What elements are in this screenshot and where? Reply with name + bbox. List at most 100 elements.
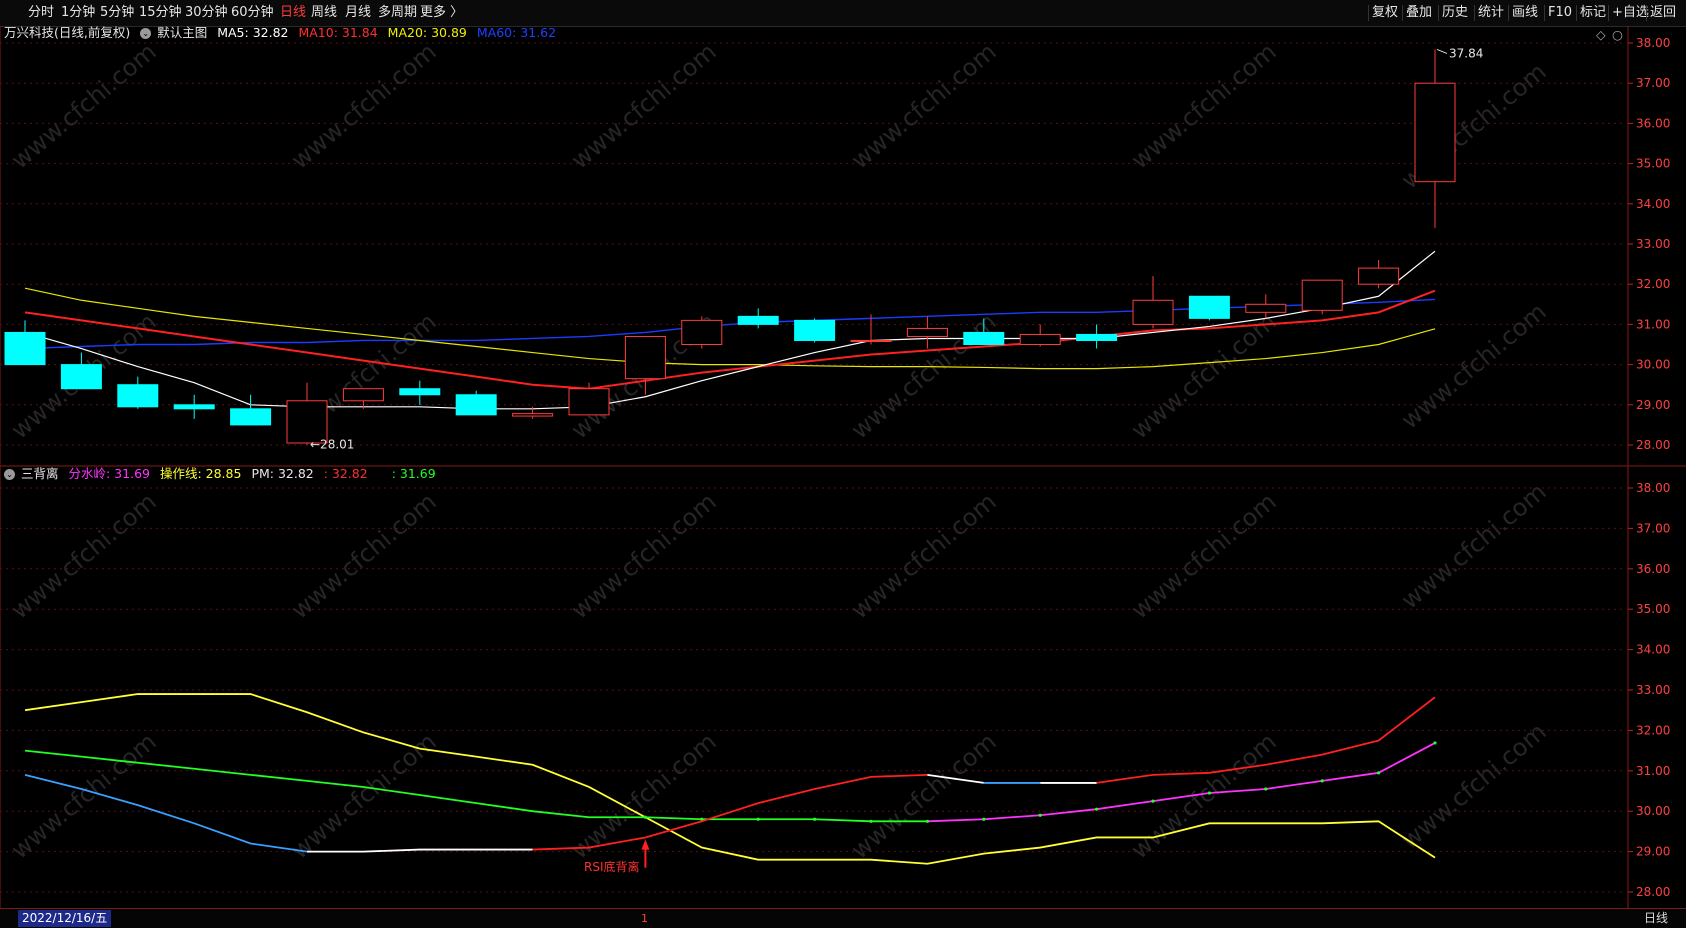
candle bbox=[1301, 279, 1343, 315]
candle bbox=[737, 308, 779, 329]
axis-tick-label: 38.00 bbox=[1636, 481, 1670, 495]
axis-tick-label: 34.00 bbox=[1636, 197, 1670, 211]
candle bbox=[173, 394, 215, 419]
candle-body bbox=[737, 315, 779, 325]
candle-body bbox=[681, 319, 723, 346]
axis-tick-label: 33.00 bbox=[1636, 683, 1670, 697]
axis-tick-label: 32.00 bbox=[1636, 277, 1670, 291]
axis-tick-label: 35.00 bbox=[1636, 602, 1670, 616]
candle-body bbox=[1414, 82, 1456, 183]
signal-arrow-head bbox=[641, 839, 650, 850]
candle bbox=[455, 390, 497, 416]
watermark-text: www.cfchi.com bbox=[566, 487, 722, 624]
fenshuiling-dot bbox=[925, 819, 930, 823]
watermark-text: www.cfchi.com bbox=[6, 37, 162, 174]
axis-tick-label: 28.00 bbox=[1636, 438, 1670, 452]
fenshuiling-dot bbox=[869, 819, 873, 823]
candle-body bbox=[1358, 267, 1400, 285]
watermark-text: www.cfchi.com bbox=[6, 727, 162, 864]
rsi-divergence-label: RSI底背离 bbox=[584, 860, 640, 874]
fenshuiling-dot bbox=[756, 817, 760, 821]
watermark-text: www.cfchi.com bbox=[286, 487, 442, 624]
axis-tick-label: 36.00 bbox=[1636, 562, 1670, 576]
candle-body bbox=[1019, 333, 1061, 346]
main-chart-layer: 37.84 ←28.01 bbox=[4, 46, 1483, 452]
axis-tick-label: 37.00 bbox=[1636, 521, 1670, 535]
watermark-text: www.cfchi.com bbox=[846, 727, 1002, 864]
watermark-text: www.cfchi.com bbox=[1396, 477, 1552, 614]
axis-tick-label: 32.00 bbox=[1636, 723, 1670, 737]
watermark-text: www.cfchi.com bbox=[286, 37, 442, 174]
price-axis: 38.00 37.00 36.00 35.00 34.00 33.00 32.00 31.00… bbox=[1628, 36, 1670, 899]
axis-tick-label: 28.00 bbox=[1636, 885, 1670, 899]
fenshuiling-dot bbox=[1433, 741, 1437, 745]
watermark-text: www.cfchi.com bbox=[1126, 727, 1282, 864]
candle-body bbox=[230, 408, 272, 426]
candle bbox=[1132, 276, 1174, 329]
candle bbox=[399, 380, 441, 405]
candle bbox=[117, 376, 159, 409]
axis-tick-label: 37.00 bbox=[1636, 76, 1670, 90]
axis-tick-label: 31.00 bbox=[1636, 764, 1670, 778]
period-indicator[interactable]: 日线 bbox=[1644, 910, 1668, 927]
candle bbox=[681, 316, 723, 349]
candle-body bbox=[399, 388, 441, 396]
candle bbox=[1245, 294, 1287, 319]
fenshuiling-dot bbox=[982, 817, 986, 821]
candle-body bbox=[568, 388, 610, 416]
axis-tick-label: 35.00 bbox=[1636, 157, 1670, 171]
axis-tick-label: 34.00 bbox=[1636, 643, 1670, 657]
candle-body bbox=[4, 331, 46, 366]
watermark-text: www.cfchi.com bbox=[1396, 717, 1552, 854]
watermark-text: www.cfchi.com bbox=[846, 487, 1002, 624]
fenshuiling-dot bbox=[1320, 779, 1324, 783]
candle bbox=[794, 318, 836, 343]
watermark-text: www.cfchi.com bbox=[566, 37, 722, 174]
fenshuiling-dot bbox=[813, 817, 817, 821]
axis-tick-label: 31.00 bbox=[1636, 317, 1670, 331]
high-marker-label: 37.84 bbox=[1449, 46, 1483, 60]
low-marker-label: ←28.01 bbox=[310, 438, 354, 452]
axis-tick-label: 29.00 bbox=[1636, 398, 1670, 412]
watermark-text: www.cfchi.com bbox=[6, 487, 162, 624]
fenshuiling-dot bbox=[643, 815, 648, 819]
candle-body bbox=[1245, 303, 1287, 313]
cursor-date: 2022/12/16/五 bbox=[18, 910, 112, 927]
watermark-text: www.cfchi.com bbox=[1396, 297, 1552, 434]
candle bbox=[1188, 295, 1230, 321]
candle bbox=[1076, 324, 1118, 349]
candle-body bbox=[173, 404, 215, 410]
axis-tick-label: 36.00 bbox=[1636, 116, 1670, 130]
kline-chart[interactable]: www.cfchi.com www.cfchi.com www.cfchi.com w… bbox=[0, 0, 1686, 927]
candle-body bbox=[60, 364, 102, 390]
candle-body bbox=[1132, 299, 1174, 325]
fenshuiling-dot bbox=[1377, 771, 1381, 775]
candle-body bbox=[906, 327, 948, 337]
axis-tick-label: 30.00 bbox=[1636, 804, 1670, 818]
axis-tick-label: 33.00 bbox=[1636, 237, 1670, 251]
watermark-layer: www.cfchi.com www.cfchi.com www.cfchi.com w… bbox=[6, 37, 1552, 864]
status-bar: 2022/12/16/五 1 日线 bbox=[0, 908, 1686, 928]
candle-body bbox=[512, 413, 554, 417]
axis-tick-label: 38.00 bbox=[1636, 36, 1670, 50]
candle-body bbox=[1076, 333, 1118, 341]
candle bbox=[1019, 324, 1061, 347]
high-marker-arrow bbox=[1436, 48, 1448, 54]
candle-body bbox=[1188, 295, 1230, 319]
watermark-text: www.cfchi.com bbox=[1126, 37, 1282, 174]
candle-body bbox=[1301, 279, 1343, 311]
candle-body bbox=[117, 384, 159, 408]
fenshuiling-dot bbox=[1151, 799, 1155, 803]
watermark-text: www.cfchi.com bbox=[846, 37, 1002, 174]
candle-body bbox=[794, 319, 836, 341]
candle-body bbox=[963, 331, 1005, 346]
axis-tick-label: 29.00 bbox=[1636, 845, 1670, 859]
candle-body bbox=[850, 339, 892, 342]
fenshuiling-dot bbox=[1264, 787, 1268, 791]
axis-tick-label: 30.00 bbox=[1636, 358, 1670, 372]
fenshuiling-dot bbox=[1038, 813, 1042, 817]
ma5-line bbox=[24, 250, 1436, 410]
fenshuiling-dot bbox=[1207, 791, 1211, 795]
watermark-text: www.cfchi.com bbox=[1126, 487, 1282, 624]
candle-body bbox=[455, 394, 497, 416]
